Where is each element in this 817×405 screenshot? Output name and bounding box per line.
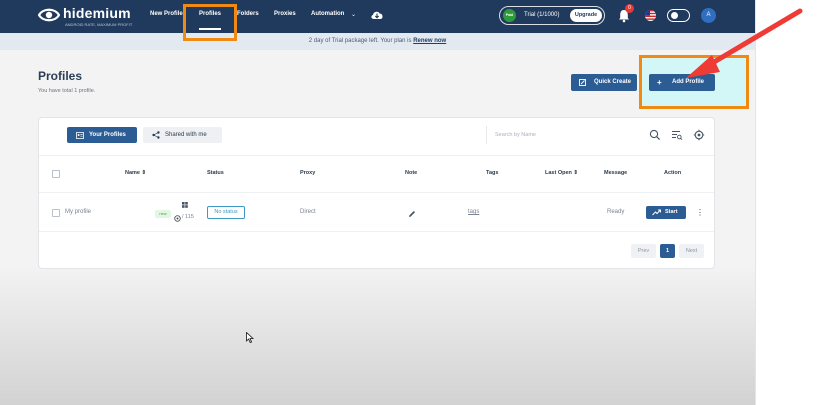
column-proxy: Proxy bbox=[300, 170, 316, 176]
trial-banner: 2 day of Trial package left. Your plan i… bbox=[0, 33, 755, 50]
search-box bbox=[486, 126, 663, 144]
app-window: hidemium ANDROID RATE, MAXIMUM PROFIT Ne… bbox=[0, 0, 755, 405]
table-header: Name ⇕ Status Proxy Note Tags Last Open … bbox=[39, 155, 714, 193]
filter-list-icon[interactable] bbox=[671, 129, 683, 141]
profile-name[interactable]: My profile bbox=[65, 209, 91, 215]
right-blank-area bbox=[755, 0, 817, 405]
trial-plan-indicator: Paid Trial (1/1000) Upgrade bbox=[499, 6, 605, 25]
search-icon[interactable] bbox=[649, 129, 661, 141]
brand-logo[interactable]: hidemium ANDROID RATE, MAXIMUM PROFIT bbox=[38, 4, 138, 30]
column-status: Status bbox=[207, 170, 224, 176]
pagination-page-1[interactable]: 1 bbox=[660, 244, 675, 258]
select-all-checkbox[interactable] bbox=[52, 170, 60, 178]
new-badge: new bbox=[155, 210, 171, 218]
tags-link[interactable]: tags bbox=[468, 209, 479, 215]
column-tags: Tags bbox=[486, 170, 499, 176]
page-subtitle: You have total 1 profile. bbox=[38, 88, 96, 94]
mouse-cursor-icon bbox=[246, 332, 254, 343]
theme-toggle[interactable] bbox=[667, 9, 690, 22]
tab-shared-label: Shared with me bbox=[165, 132, 207, 138]
page-title: Profiles bbox=[38, 69, 83, 83]
column-note: Note bbox=[405, 170, 418, 176]
status-badge[interactable]: No status bbox=[207, 206, 245, 219]
column-name[interactable]: Name ⇕ bbox=[125, 170, 146, 176]
chevron-down-icon[interactable]: ⌄ bbox=[351, 11, 356, 18]
quick-create-button[interactable]: Quick Create bbox=[571, 74, 637, 91]
pagination-next[interactable]: Next bbox=[679, 244, 704, 258]
renew-now-link[interactable]: Renew now bbox=[413, 38, 446, 44]
paid-badge: Paid bbox=[503, 9, 516, 22]
nav-new-profile[interactable]: New Profile bbox=[150, 11, 183, 17]
notification-count-badge: 0 bbox=[625, 4, 634, 13]
id-card-icon bbox=[76, 131, 84, 139]
settings-icon[interactable] bbox=[693, 129, 705, 141]
brand-name: hidemium bbox=[63, 5, 131, 21]
brand-tagline: ANDROID RATE, MAXIMUM PROFIT bbox=[65, 22, 133, 27]
quick-create-label: Quick Create bbox=[594, 79, 632, 85]
launch-icon bbox=[652, 209, 661, 216]
tab-your-profiles[interactable]: Your Profiles bbox=[67, 127, 137, 143]
more-options-icon[interactable]: ⋮ bbox=[696, 206, 704, 219]
banner-text: 2 day of Trial package left. Your plan i… bbox=[308, 38, 414, 44]
upgrade-button[interactable]: Upgrade bbox=[570, 9, 602, 22]
proxy-value: Direct bbox=[300, 209, 316, 215]
row-checkbox[interactable] bbox=[52, 209, 60, 217]
trial-text: Trial (1/1000) bbox=[524, 12, 560, 18]
profiles-card: Your Profiles Shared with me Search by N… bbox=[38, 117, 715, 269]
share-icon bbox=[152, 131, 160, 139]
cloud-download-icon[interactable] bbox=[370, 9, 384, 21]
browser-version: / 115 bbox=[182, 214, 194, 220]
eye-logo-icon bbox=[38, 8, 60, 22]
start-button[interactable]: Start bbox=[646, 206, 686, 219]
edit-icon bbox=[579, 79, 586, 86]
pencil-icon[interactable] bbox=[408, 210, 416, 218]
table-row[interactable]: My profile new / 115 No status Direct ta… bbox=[39, 194, 714, 232]
add-profile-button[interactable]: + Add Profile bbox=[649, 74, 715, 91]
os-windows-icon bbox=[182, 202, 188, 208]
tab-your-profiles-label: Your Profiles bbox=[89, 132, 126, 138]
column-last-open[interactable]: Last Open ⇕ bbox=[545, 170, 578, 176]
us-flag-icon[interactable] bbox=[645, 10, 656, 21]
avatar[interactable]: A bbox=[701, 8, 716, 23]
search-input[interactable] bbox=[495, 129, 635, 141]
nav-automation[interactable]: Automation bbox=[311, 11, 344, 17]
browser-icon bbox=[174, 215, 181, 222]
column-message: Message bbox=[604, 170, 628, 176]
nav-proxies[interactable]: Proxies bbox=[274, 11, 296, 17]
tab-shared-with-me[interactable]: Shared with me bbox=[143, 127, 222, 143]
top-navbar: hidemium ANDROID RATE, MAXIMUM PROFIT Ne… bbox=[0, 0, 755, 33]
annotation-highlight-profiles-tab bbox=[183, 4, 237, 41]
column-action: Action bbox=[664, 170, 682, 176]
add-profile-label: Add Profile bbox=[672, 79, 705, 85]
message-value: Ready bbox=[607, 209, 625, 215]
pagination-prev[interactable]: Prev bbox=[631, 244, 656, 258]
start-label: Start bbox=[665, 209, 678, 215]
nav-folders[interactable]: Folders bbox=[237, 11, 259, 17]
plus-icon: + bbox=[657, 78, 662, 87]
